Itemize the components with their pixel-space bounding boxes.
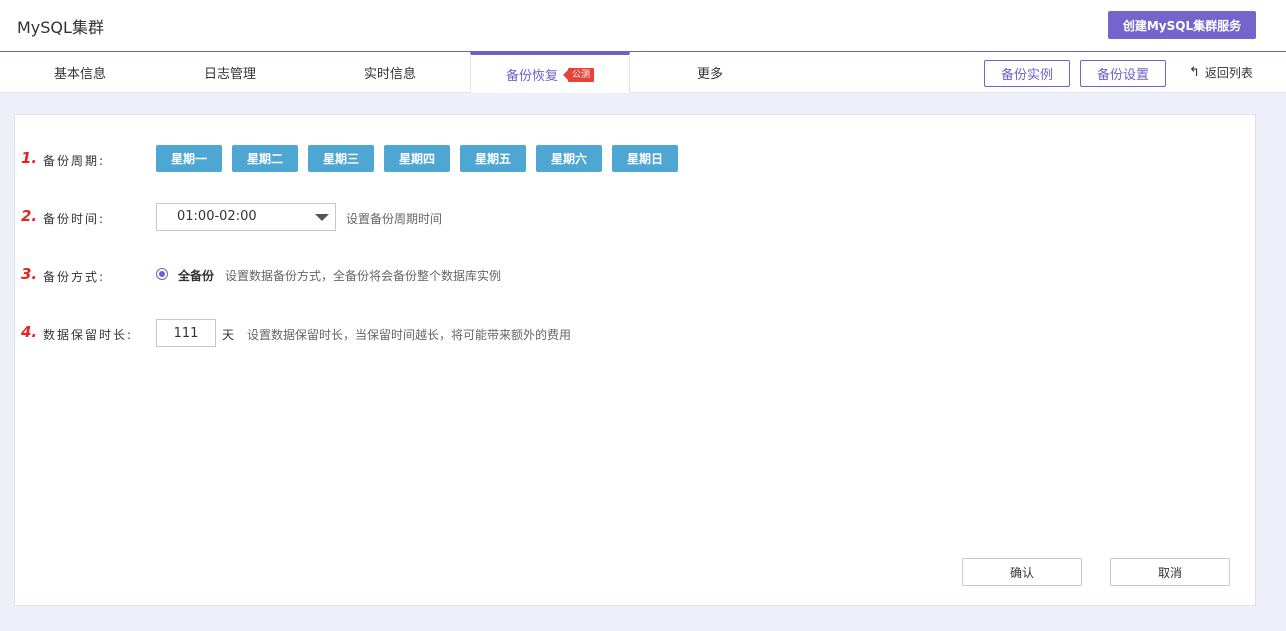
day-button-saturday[interactable]: 星期六 [536, 145, 602, 172]
tab-label: 更多 [696, 67, 723, 82]
step-number: 1. [21, 149, 38, 167]
backup-method-row: 3. 备份方式: 全备份 设置数据备份方式，全备份将会备份整个数据库实例 [15, 261, 1255, 291]
app-title: MySQL集群 [17, 18, 104, 37]
day-button-tuesday[interactable]: 星期二 [232, 145, 298, 172]
tab-log-management[interactable]: 日志管理 [150, 52, 310, 93]
day-button-monday[interactable]: 星期一 [156, 145, 222, 172]
backup-cycle-row: 1. 备份周期: 星期一 星期二 星期三 星期四 星期五 星期六 星期日 [15, 145, 1255, 175]
tab-label: 日志管理 [203, 67, 256, 82]
tab-label: 基本信息 [53, 67, 106, 82]
tab-bar: 基本信息 日志管理 实时信息 备份恢复 公测 更多 备份实例 备份设置 ↰ 返回… [0, 52, 1286, 94]
retention-input[interactable] [156, 319, 216, 347]
day-button-sunday[interactable]: 星期日 [612, 145, 678, 172]
step-number: 3. [21, 265, 38, 283]
create-cluster-button[interactable]: 创建MySQL集群服务 [1108, 11, 1256, 39]
step-number: 2. [21, 207, 38, 225]
retention-label: 数据保留时长: [43, 328, 134, 342]
backup-time-row: 2. 备份时间: 01:00-02:00 设置备份周期时间 [15, 203, 1255, 233]
confirm-button[interactable]: 确认 [962, 558, 1082, 586]
full-backup-radio[interactable] [156, 268, 168, 280]
backup-time-label: 备份时间: [43, 212, 106, 226]
backup-cycle-label: 备份周期: [43, 154, 106, 168]
retention-row: 4. 数据保留时长: 天 设置数据保留时长，当保留时间越长，将可能带来额外的费用 [15, 319, 1255, 349]
backup-method-hint: 设置数据备份方式，全备份将会备份整个数据库实例 [225, 269, 502, 283]
tab-label: 实时信息 [363, 67, 416, 82]
tab-more[interactable]: 更多 [630, 52, 790, 93]
backup-time-hint: 设置备份周期时间 [346, 212, 443, 226]
day-button-friday[interactable]: 星期五 [460, 145, 526, 172]
backup-settings-button[interactable]: 备份设置 [1080, 60, 1166, 87]
backup-settings-panel: 1. 备份周期: 星期一 星期二 星期三 星期四 星期五 星期六 星期日 2. … [14, 114, 1256, 606]
tab-realtime-info[interactable]: 实时信息 [310, 52, 470, 93]
retention-unit: 天 [222, 328, 235, 342]
backup-time-select[interactable]: 01:00-02:00 [156, 203, 336, 231]
backup-instance-button[interactable]: 备份实例 [984, 60, 1070, 87]
return-arrow-icon: ↰ [1189, 65, 1200, 80]
header: MySQL集群 创建MySQL集群服务 [0, 0, 1286, 52]
backup-time-value: 01:00-02:00 [177, 209, 257, 224]
tab-label: 备份恢复 [505, 69, 558, 84]
retention-hint: 设置数据保留时长，当保留时间越长，将可能带来额外的费用 [247, 328, 572, 342]
backup-method-label: 备份方式: [43, 270, 106, 284]
tab-backup-restore[interactable]: 备份恢复 公测 [470, 52, 630, 94]
dropdown-arrow-icon [315, 214, 329, 221]
back-to-list-label: 返回列表 [1204, 66, 1253, 80]
step-number: 4. [21, 323, 38, 341]
day-button-thursday[interactable]: 星期四 [384, 145, 450, 172]
full-backup-label[interactable]: 全备份 [178, 267, 214, 284]
day-button-wednesday[interactable]: 星期三 [308, 145, 374, 172]
cancel-button[interactable]: 取消 [1110, 558, 1230, 586]
tab-basic-info[interactable]: 基本信息 [0, 52, 160, 93]
back-to-list-link[interactable]: ↰ 返回列表 [1189, 64, 1253, 81]
beta-badge: 公测 [562, 67, 595, 82]
